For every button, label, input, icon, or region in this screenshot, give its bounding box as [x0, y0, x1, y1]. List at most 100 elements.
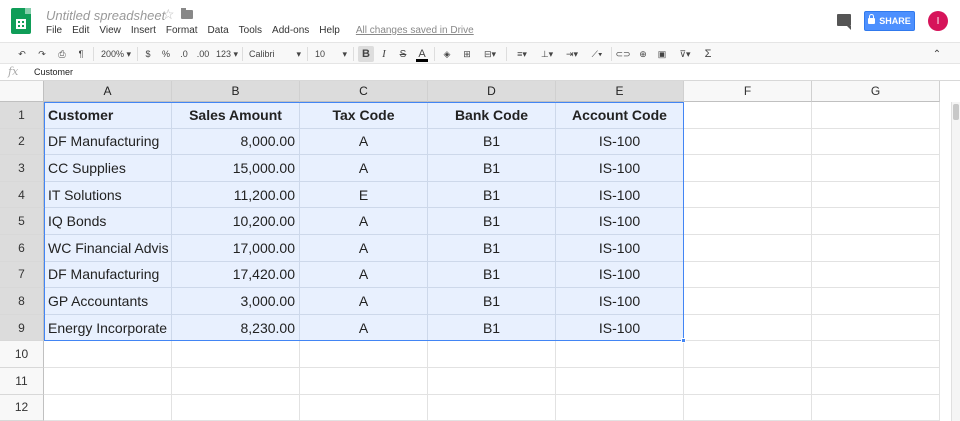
paint-format-icon[interactable]: ¶	[73, 46, 89, 62]
cell-g5[interactable]	[812, 208, 940, 235]
cell-b3[interactable]: 15,000.00	[172, 155, 300, 182]
star-icon[interactable]: ☆	[162, 6, 175, 23]
text-rotation-icon[interactable]: ⟋▾	[586, 46, 608, 62]
menu-data[interactable]: Data	[208, 25, 229, 36]
increase-decimal-button[interactable]: .00	[195, 46, 211, 62]
cell-b11[interactable]	[172, 368, 300, 395]
cell-g11[interactable]	[812, 368, 940, 395]
cell-c8[interactable]: A	[300, 288, 428, 315]
print-icon[interactable]: ⎙	[54, 46, 70, 62]
menu-help[interactable]: Help	[319, 25, 340, 36]
cell-d6[interactable]: B1	[428, 235, 556, 262]
cell-c3[interactable]: A	[300, 155, 428, 182]
column-header-f[interactable]: F	[684, 81, 812, 102]
vertical-align-icon[interactable]: ⊥▾	[536, 46, 558, 62]
row-header-11[interactable]: 11	[0, 368, 44, 395]
cell-e1[interactable]: Account Code	[556, 102, 684, 129]
cell-g12[interactable]	[812, 394, 940, 421]
cell-f5[interactable]	[684, 208, 812, 235]
row-header-4[interactable]: 4	[0, 181, 44, 209]
cell-c4[interactable]: E	[300, 181, 428, 209]
font-size-select[interactable]: 10 ▾	[313, 46, 349, 62]
insert-chart-icon[interactable]: ▣	[655, 46, 669, 62]
column-header-g[interactable]: G	[812, 81, 940, 102]
scrollbar-thumb[interactable]	[953, 104, 959, 120]
cell-e3[interactable]: IS-100	[556, 155, 684, 182]
cell-f10[interactable]	[684, 341, 812, 368]
percent-format-button[interactable]: %	[159, 46, 173, 62]
cell-g1[interactable]	[812, 102, 940, 129]
cell-d11[interactable]	[428, 368, 556, 395]
cell-a10[interactable]	[44, 341, 172, 368]
column-header-a[interactable]: A	[44, 81, 172, 102]
cell-f2[interactable]	[684, 128, 812, 156]
cell-f8[interactable]	[684, 288, 812, 315]
select-all-corner[interactable]	[0, 81, 44, 102]
folder-icon[interactable]	[181, 8, 193, 19]
cell-d7[interactable]: B1	[428, 261, 556, 289]
cell-b12[interactable]	[172, 394, 300, 421]
cell-e4[interactable]: IS-100	[556, 181, 684, 209]
column-header-b[interactable]: B	[172, 81, 300, 102]
cell-a11[interactable]	[44, 368, 172, 395]
cell-g9[interactable]	[812, 314, 940, 342]
cell-a8[interactable]: GP Accountants	[44, 288, 172, 315]
cell-g8[interactable]	[812, 288, 940, 315]
cell-d1[interactable]: Bank Code	[428, 102, 556, 129]
cell-d10[interactable]	[428, 341, 556, 368]
menu-format[interactable]: Format	[166, 25, 198, 36]
cell-f1[interactable]	[684, 102, 812, 129]
cell-b2[interactable]: 8,000.00	[172, 128, 300, 156]
cell-f12[interactable]	[684, 394, 812, 421]
cell-a9[interactable]: Energy Incorporate	[44, 314, 172, 342]
formula-input[interactable]: Customer	[34, 67, 73, 77]
cell-e10[interactable]	[556, 341, 684, 368]
share-button[interactable]: SHARE	[864, 11, 915, 31]
undo-icon[interactable]: ↶	[14, 46, 30, 62]
cell-e12[interactable]	[556, 394, 684, 421]
decrease-decimal-button[interactable]: .0	[177, 46, 191, 62]
cell-g7[interactable]	[812, 261, 940, 289]
menu-view[interactable]: View	[99, 25, 121, 36]
horizontal-align-icon[interactable]: ≡▾	[511, 46, 533, 62]
insert-link-icon[interactable]: ⊂⊃	[615, 46, 630, 62]
cell-c10[interactable]	[300, 341, 428, 368]
row-header-9[interactable]: 9	[0, 314, 44, 342]
row-header-6[interactable]: 6	[0, 235, 44, 262]
document-title[interactable]: Untitled spreadsheet	[46, 8, 165, 23]
row-header-5[interactable]: 5	[0, 208, 44, 235]
cell-b1[interactable]: Sales Amount	[172, 102, 300, 129]
cell-a4[interactable]: IT Solutions	[44, 181, 172, 209]
cell-a3[interactable]: CC Supplies	[44, 155, 172, 182]
row-header-12[interactable]: 12	[0, 394, 44, 421]
menu-edit[interactable]: Edit	[72, 25, 89, 36]
cell-c1[interactable]: Tax Code	[300, 102, 428, 129]
cell-e8[interactable]: IS-100	[556, 288, 684, 315]
cell-d12[interactable]	[428, 394, 556, 421]
cell-c11[interactable]	[300, 368, 428, 395]
cell-f3[interactable]	[684, 155, 812, 182]
sheets-logo-icon[interactable]	[11, 8, 31, 34]
cell-g3[interactable]	[812, 155, 940, 182]
cell-f4[interactable]	[684, 181, 812, 209]
cell-d4[interactable]: B1	[428, 181, 556, 209]
cell-g10[interactable]	[812, 341, 940, 368]
cell-g6[interactable]	[812, 235, 940, 262]
cell-b4[interactable]: 11,200.00	[172, 181, 300, 209]
row-header-1[interactable]: 1	[0, 102, 44, 129]
cell-b8[interactable]: 3,000.00	[172, 288, 300, 315]
cell-f7[interactable]	[684, 261, 812, 289]
strikethrough-button[interactable]: S	[396, 46, 410, 62]
cell-a2[interactable]: DF Manufacturing	[44, 128, 172, 156]
row-header-2[interactable]: 2	[0, 128, 44, 156]
row-header-8[interactable]: 8	[0, 288, 44, 315]
cell-b9[interactable]: 8,230.00	[172, 314, 300, 342]
text-wrapping-icon[interactable]: ⇥▾	[561, 46, 583, 62]
cell-e7[interactable]: IS-100	[556, 261, 684, 289]
row-header-3[interactable]: 3	[0, 155, 44, 182]
column-header-e[interactable]: E	[556, 81, 684, 102]
save-status-link[interactable]: All changes saved in Drive	[356, 25, 474, 36]
cell-d3[interactable]: B1	[428, 155, 556, 182]
redo-icon[interactable]: ↷	[34, 46, 50, 62]
comments-icon[interactable]	[837, 14, 851, 30]
